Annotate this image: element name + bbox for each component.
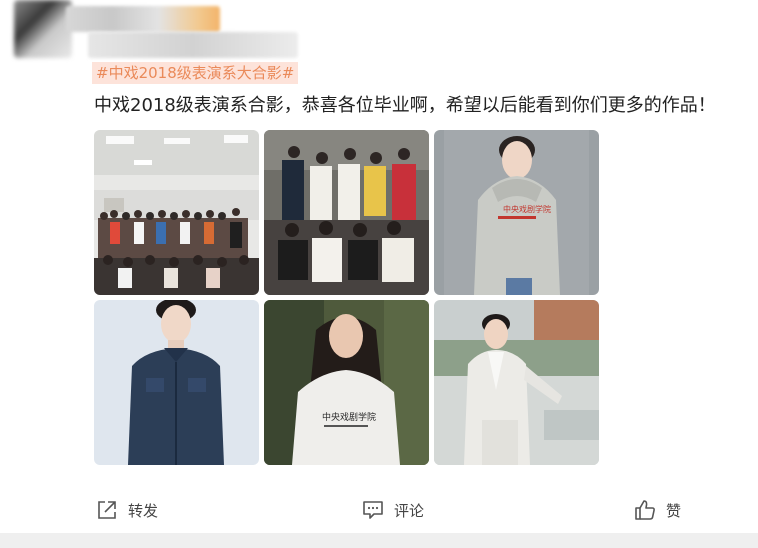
avatar[interactable] [14, 0, 72, 58]
thumbs-up-icon [634, 499, 656, 521]
weibo-post-card: #中戏2018级表演系大合影# 中戏2018级表演系合影，恭喜各位毕业啊，希望以… [0, 0, 758, 533]
comment-label: 评论 [394, 501, 425, 520]
photo-5[interactable]: 中央戏剧学院 [264, 300, 429, 465]
topic-hashtag-link[interactable]: #中戏2018级表演系大合影# [92, 62, 299, 84]
like-label: 赞 [666, 501, 682, 520]
comment-icon [362, 499, 384, 521]
username[interactable] [66, 6, 220, 32]
post-text: 中戏2018级表演系合影，恭喜各位毕业啊，希望以后能看到你们更多的作品！ [94, 95, 716, 116]
repost-label: 转发 [128, 501, 159, 520]
photo-3[interactable]: 中央戏剧学院 [434, 130, 599, 295]
action-bar: 转发 评论 赞 [0, 496, 758, 524]
shirt-print: 中央戏剧学院 [322, 411, 376, 423]
post-meta [88, 32, 298, 58]
share-icon [96, 499, 118, 521]
like-button[interactable]: 赞 [634, 496, 681, 524]
photo-1[interactable] [94, 130, 259, 295]
repost-button[interactable]: 转发 [96, 496, 158, 524]
shirt-print: 中央戏剧学院 [503, 204, 551, 214]
photo-2[interactable] [264, 130, 429, 295]
comment-button[interactable]: 评论 [362, 496, 424, 524]
feed-separator [0, 533, 758, 548]
photo-6[interactable] [434, 300, 599, 465]
photo-4[interactable] [94, 300, 259, 465]
